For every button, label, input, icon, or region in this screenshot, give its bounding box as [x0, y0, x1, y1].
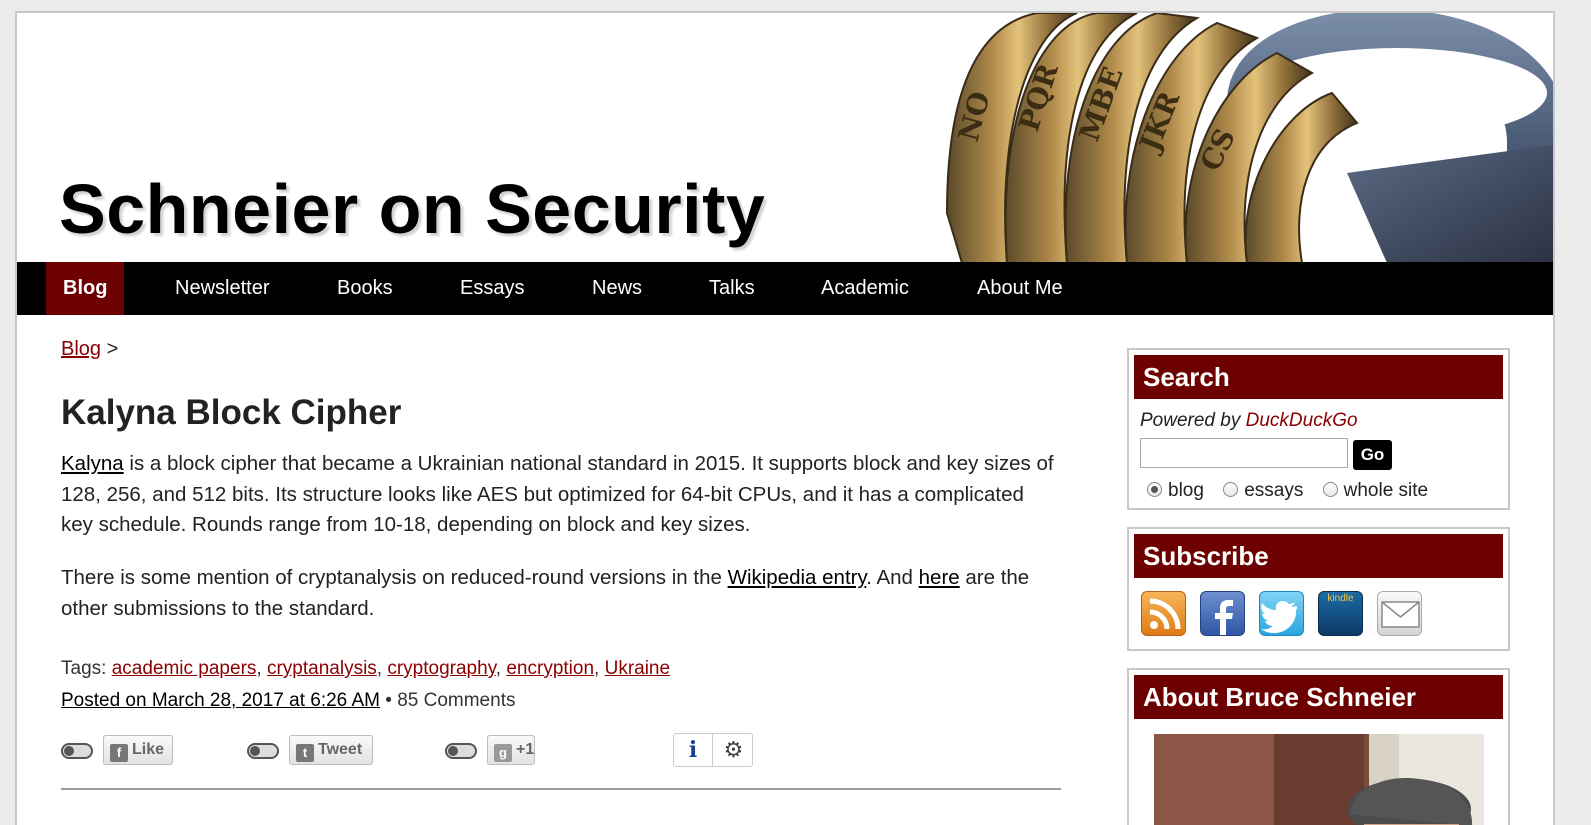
main-nav: Blog Newsletter Books Essays News Talks … — [17, 262, 1553, 315]
search-scope: blog essays whole site — [1147, 480, 1442, 502]
kalyna-link[interactable]: Kalyna — [61, 452, 124, 475]
subscribe-widget: Subscribe kindle — [1127, 527, 1510, 651]
radio-label: essays — [1244, 480, 1304, 501]
google-plus-toggle[interactable] — [445, 743, 477, 759]
facebook-like-button[interactable]: f Like — [103, 735, 173, 765]
page: Schneier on Security NO PQR MBE JKR CS B… — [15, 11, 1555, 825]
radio-dot — [1322, 482, 1338, 497]
tag-link[interactable]: cryptanalysis — [267, 658, 377, 679]
twitter-icon: t — [296, 744, 314, 762]
radio-dot — [1223, 482, 1239, 497]
tag-separator: , — [376, 658, 388, 679]
post-title: Kalyna Block Cipher — [61, 393, 402, 432]
post-tags: Tags: academic papers, cryptanalysis, cr… — [61, 658, 670, 680]
breadcrumb: Blog > — [61, 338, 118, 361]
facebook-icon[interactable] — [1200, 591, 1245, 636]
subscribe-widget-title: Subscribe — [1134, 534, 1503, 578]
nav-item-books[interactable]: Books — [320, 262, 410, 315]
meta-bullet: • — [379, 690, 398, 711]
breadcrumb-separator: > — [106, 338, 119, 360]
tag-link[interactable]: cryptography — [387, 658, 495, 679]
p2-pre: There is some mention of cryptanalysis o… — [61, 566, 728, 589]
search-input[interactable] — [1140, 438, 1348, 468]
post-paragraph-2: There is some mention of cryptanalysis o… — [61, 563, 1061, 624]
scope-essays-radio[interactable]: essays — [1223, 480, 1303, 502]
p2-mid: . And — [866, 566, 919, 589]
tag-separator: , — [495, 658, 507, 679]
posted-date-link[interactable]: Posted on March 28, 2017 at 6:26 AM — [61, 690, 380, 711]
nav-item-essays[interactable]: Essays — [443, 262, 541, 315]
nav-item-about-me[interactable]: About Me — [960, 262, 1080, 315]
tag-separator: , — [256, 658, 267, 679]
p1-text: is a block cipher that became a Ukrainia… — [61, 452, 1054, 536]
post-paragraph-1: Kalyna is a block cipher that became a U… — [61, 449, 1061, 541]
lock-banner-image: NO PQR MBE JKR CS — [945, 13, 1553, 263]
breadcrumb-blog-link[interactable]: Blog — [61, 338, 101, 360]
email-icon[interactable] — [1377, 591, 1422, 636]
post-meta: Posted on March 28, 2017 at 6:26 AM • 85… — [61, 690, 515, 712]
tag-separator: , — [594, 658, 605, 679]
like-label: Like — [132, 741, 165, 758]
tag-link[interactable]: encryption — [506, 658, 594, 679]
tags-label: Tags: — [61, 658, 112, 679]
share-bar: f Like t Tweet g +1 i ⚙ — [61, 733, 761, 769]
nav-item-academic[interactable]: Academic — [804, 262, 926, 315]
powered-by: Powered by DuckDuckGo — [1140, 410, 1358, 432]
radio-label: whole site — [1343, 480, 1429, 501]
scope-whole-site-radio[interactable]: whole site — [1322, 480, 1429, 502]
nav-item-news[interactable]: News — [575, 262, 659, 315]
rss-icon[interactable] — [1141, 591, 1186, 636]
author-photo — [1154, 734, 1484, 825]
search-widget-title: Search — [1134, 355, 1503, 399]
scope-blog-radio[interactable]: blog — [1147, 480, 1204, 502]
tweet-label: Tweet — [318, 741, 363, 758]
facebook-toggle[interactable] — [61, 743, 93, 759]
facebook-icon: f — [110, 744, 128, 762]
twitter-icon[interactable] — [1259, 591, 1304, 636]
twitter-toggle[interactable] — [247, 743, 279, 759]
nav-item-newsletter[interactable]: Newsletter — [158, 262, 286, 315]
here-link[interactable]: here — [919, 566, 960, 589]
info-icon[interactable]: i — [674, 734, 713, 766]
google-plus-icon: g — [494, 744, 512, 762]
plusone-label: +1 — [516, 741, 535, 758]
radio-label: blog — [1168, 480, 1204, 501]
tag-link[interactable]: academic papers — [112, 658, 257, 679]
comments-count[interactable]: 85 Comments — [397, 690, 515, 711]
nav-item-blog[interactable]: Blog — [46, 262, 125, 315]
site-header: Schneier on Security NO PQR MBE JKR CS — [17, 13, 1553, 263]
go-button[interactable]: Go — [1353, 440, 1392, 470]
nav-item-talks[interactable]: Talks — [692, 262, 772, 315]
radio-dot — [1147, 482, 1162, 497]
about-widget-title: About Bruce Schneier — [1134, 675, 1503, 719]
gear-icon[interactable]: ⚙ — [714, 734, 753, 766]
kindle-label: kindle — [1327, 593, 1354, 604]
search-widget: Search Powered by DuckDuckGo Go blog ess… — [1127, 348, 1510, 510]
tag-link[interactable]: Ukraine — [605, 658, 670, 679]
duckduckgo-link[interactable]: DuckDuckGo — [1246, 410, 1358, 431]
kindle-icon[interactable]: kindle — [1318, 591, 1363, 636]
powered-prefix: Powered by — [1140, 410, 1246, 431]
post-divider — [61, 788, 1061, 790]
share-controls: i ⚙ — [673, 733, 753, 767]
tweet-button[interactable]: t Tweet — [289, 735, 373, 765]
google-plus-one-button[interactable]: g +1 — [487, 735, 535, 765]
about-widget: About Bruce Schneier — [1127, 668, 1510, 825]
site-title[interactable]: Schneier on Security — [59, 169, 765, 249]
wikipedia-entry-link[interactable]: Wikipedia entry — [728, 566, 867, 589]
